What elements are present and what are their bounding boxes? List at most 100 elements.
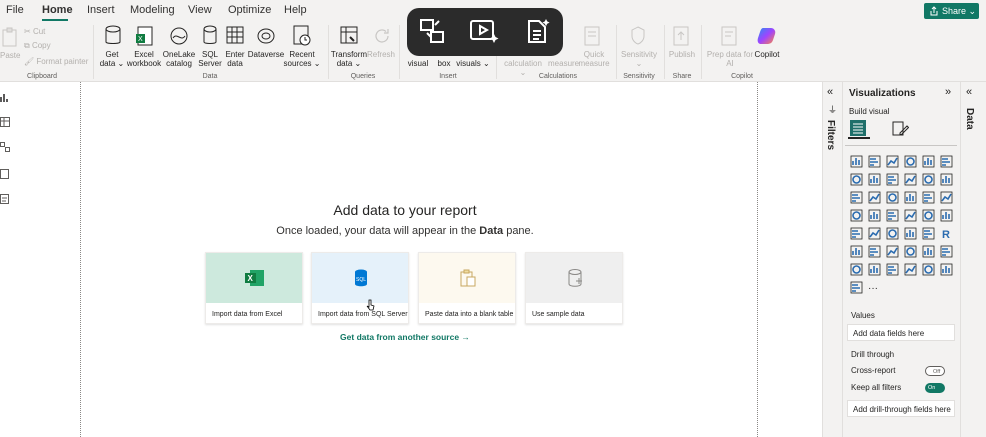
menu-home[interactable]: Home (42, 4, 73, 16)
dataverse-button[interactable]: Dataverse (247, 50, 285, 59)
key-influencers-icon[interactable] (850, 245, 863, 258)
menu-optimize[interactable]: Optimize (228, 4, 271, 16)
azure-map-icon[interactable] (868, 209, 881, 222)
collapse-filters-icon[interactable]: « (827, 86, 833, 98)
more-icon[interactable]: ··· (868, 283, 878, 294)
clustered-column-icon[interactable] (904, 155, 917, 168)
matrix-icon[interactable] (922, 227, 935, 240)
button-slicer-icon[interactable] (850, 263, 863, 276)
menu-file[interactable]: File (6, 4, 24, 16)
excel-workbook-button[interactable]: Excel workbook (124, 50, 164, 68)
copilot-button[interactable]: Copilot (752, 50, 782, 59)
report-view-icon[interactable] (0, 90, 10, 108)
menu-insert[interactable]: Insert (87, 4, 115, 16)
text-slicer-icon[interactable] (904, 263, 917, 276)
new-visual-button[interactable]: visual (404, 59, 432, 68)
stacked-column-icon[interactable] (868, 155, 881, 168)
expand-visualizations-icon[interactable]: » (945, 86, 951, 98)
power-apps-icon[interactable] (940, 263, 953, 276)
copy-button[interactable]: ⧉ Copy (24, 41, 51, 51)
shape-icon[interactable] (922, 263, 935, 276)
model-view-icon[interactable] (0, 139, 10, 157)
shape-map-icon[interactable] (886, 209, 899, 222)
menu-modeling[interactable]: Modeling (130, 4, 175, 16)
refresh-button[interactable]: Refresh (366, 50, 396, 59)
menu-view[interactable]: View (188, 4, 212, 16)
stacked-area-icon[interactable] (868, 173, 881, 186)
paste-button[interactable]: Paste (0, 51, 20, 60)
transform-data-button[interactable]: Transform data ⌄ (330, 50, 368, 68)
values-well[interactable]: Add data fields here (847, 324, 955, 341)
slicer-icon[interactable] (886, 227, 899, 240)
narrative-icon[interactable] (904, 245, 917, 258)
keep-all-filters-toggle[interactable]: On (925, 383, 945, 393)
data-pane[interactable] (960, 82, 986, 437)
get-data-button[interactable]: Get data ⌄ (98, 50, 126, 68)
100-bar-icon[interactable] (922, 155, 935, 168)
table-icon[interactable] (904, 227, 917, 240)
build-visual-tab[interactable] (848, 119, 870, 139)
paste-data-card[interactable]: Paste data into a blank table (418, 252, 516, 324)
clustered-bar-icon[interactable] (886, 155, 899, 168)
stacked-bar-icon[interactable] (850, 155, 863, 168)
import-excel-card[interactable]: X Import data from Excel (205, 252, 303, 324)
image-icon[interactable] (886, 263, 899, 276)
paginated-icon[interactable] (922, 245, 935, 258)
quick-measure-button[interactable]: Quick measure (576, 50, 612, 68)
funnel-icon[interactable] (850, 191, 863, 204)
line-column-icon[interactable] (904, 173, 917, 186)
cross-report-toggle[interactable]: Off (925, 366, 945, 376)
sensitivity-button[interactable]: Sensitivity ⌄ (618, 50, 660, 68)
more-visuals-button[interactable]: visuals ⌄ (456, 59, 490, 68)
dax-query-icon[interactable] (0, 166, 10, 184)
share-button[interactable]: Share ⌄ (924, 3, 979, 19)
format-painter-button[interactable]: 🖌 Format painter (24, 57, 88, 66)
power-automate-icon[interactable] (850, 281, 863, 294)
document-ai-icon[interactable] (525, 18, 551, 49)
card-new-icon[interactable] (868, 263, 881, 276)
filters-label[interactable]: Filters (825, 120, 836, 150)
publish-button[interactable]: Publish (666, 50, 698, 59)
get-data-another-source-link[interactable]: Get data from another source → (330, 332, 480, 342)
donut-icon[interactable] (904, 191, 917, 204)
cut-button[interactable]: ✂ Cut (24, 27, 45, 36)
filled-map-icon[interactable] (850, 209, 863, 222)
collapse-data-icon[interactable]: « (966, 86, 972, 98)
enter-data-button[interactable]: Enter data (222, 50, 248, 68)
format-visual-tab[interactable] (891, 120, 910, 143)
scatter-icon[interactable] (868, 191, 881, 204)
text-box-button[interactable]: box (432, 59, 456, 68)
prep-data-ai-button[interactable]: Prep data for AI (705, 50, 755, 68)
pie-icon[interactable] (886, 191, 899, 204)
import-sql-card[interactable]: SQL Import data from SQL Server (311, 252, 409, 324)
multi-card-icon[interactable] (850, 227, 863, 240)
qa-icon[interactable] (886, 245, 899, 258)
gauge-icon[interactable] (922, 209, 935, 222)
trophy-icon[interactable] (940, 245, 953, 258)
menu-help[interactable]: Help (284, 4, 307, 16)
table-view-icon[interactable] (0, 114, 10, 132)
sql-server-button[interactable]: SQL Server (196, 50, 224, 68)
resize-icon[interactable] (419, 18, 445, 49)
navigation-icon[interactable] (904, 209, 917, 222)
card-icon[interactable] (940, 209, 953, 222)
area-icon[interactable] (850, 173, 863, 186)
recent-sources-button[interactable]: Recent sources ⌄ (283, 50, 321, 68)
treemap-icon[interactable] (922, 191, 935, 204)
onelake-catalog-button[interactable]: OneLake catalog (161, 50, 197, 68)
data-pane-label[interactable]: Data (964, 108, 975, 130)
100-column-icon[interactable] (940, 155, 953, 168)
video-ai-icon[interactable] (469, 18, 499, 49)
r-visual-icon[interactable]: R (942, 229, 950, 241)
map-icon[interactable] (940, 191, 953, 204)
ribbon-icon[interactable] (922, 173, 935, 186)
new-measure-button[interactable]: measure (548, 59, 579, 68)
drill-through-well[interactable]: Add drill-through fields here (847, 400, 955, 417)
decomp-tree-icon[interactable] (868, 245, 881, 258)
100-area-icon[interactable] (886, 173, 899, 186)
add-data-subtitle: Once loaded, your data will appear in th… (250, 225, 560, 237)
tmdl-view-icon[interactable] (0, 191, 10, 209)
kpi-icon[interactable] (868, 227, 881, 240)
sample-data-card[interactable]: Use sample data (525, 252, 623, 324)
waterfall-icon[interactable] (940, 173, 953, 186)
